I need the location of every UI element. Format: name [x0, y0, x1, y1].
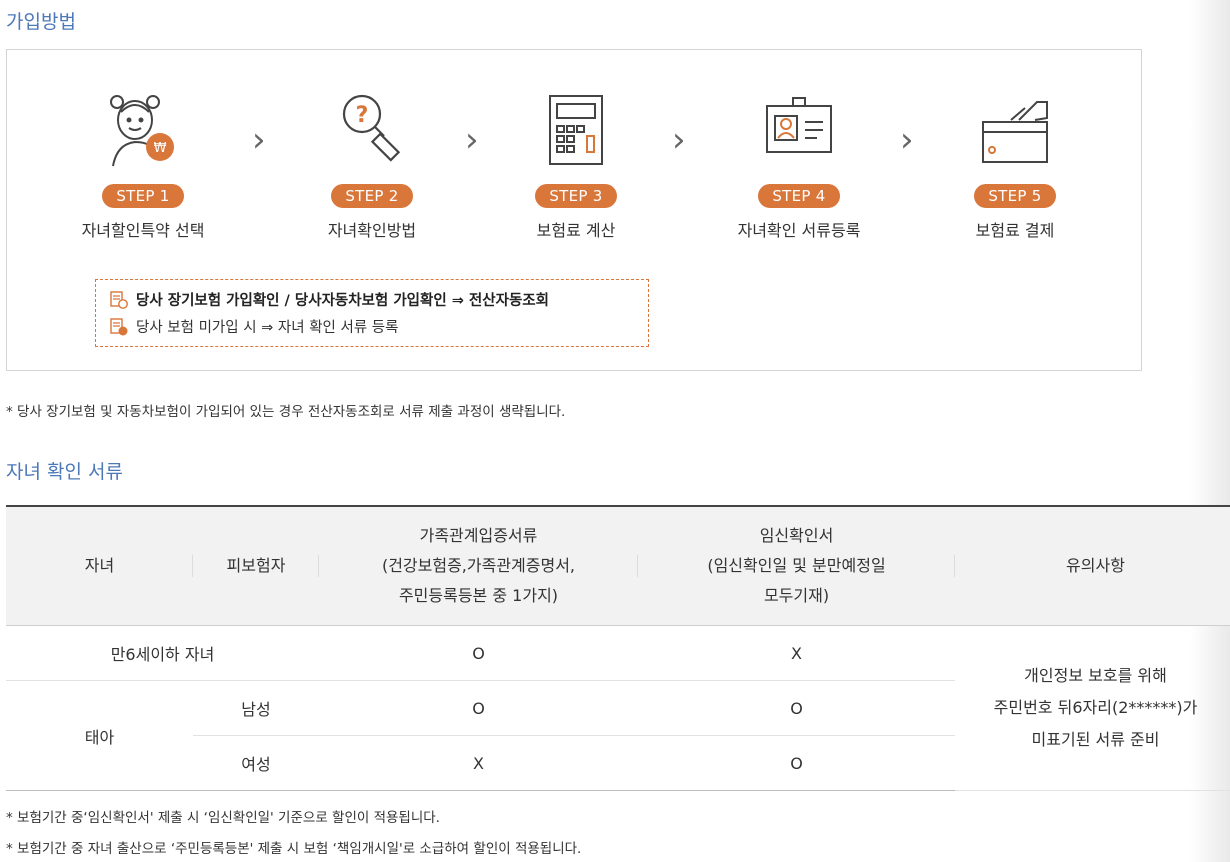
cell-under6-preg: X	[638, 625, 955, 681]
callout-row-auto-check: 당사 장기보험 가입확인 / 당사자동차보험 가입확인 ⇒ 전산자동조회	[110, 289, 549, 310]
step-3-badge: STEP 3	[535, 184, 617, 208]
document-check-icon	[110, 317, 128, 335]
step-2-label: 자녀확인방법	[327, 221, 417, 240]
note-pregnancy-cert: * 보험기간 중‘임신확인서' 제출 시 ‘임신확인일' 기준으로 할인이 적용…	[6, 810, 440, 826]
calculator-icon	[549, 95, 603, 165]
step-3: STEP 3 보험료 계산	[476, 90, 676, 241]
table-header-row: 자녀 피보험자 가족관계입증서류 (건강보험증,가족관계증명서, 주민등록등본 …	[6, 505, 1230, 626]
step-4-label: 자녀확인 서류등록	[737, 221, 861, 240]
cell-fetus: 태아	[6, 680, 193, 791]
step-5-badge: STEP 5	[974, 184, 1056, 208]
step-4: STEP 4 자녀확인 서류등록	[699, 90, 899, 241]
callout-line-1: 당사 장기보험 가입확인 / 당사자동차보험 가입확인 ⇒ 전산자동조회	[136, 293, 549, 309]
section-title-signup: 가입방법	[6, 11, 76, 33]
step-5: STEP 5 보험료 결제	[915, 90, 1115, 241]
cell-caution: 개인정보 보호를 위해 주민번호 뒤6자리(2******)가 미표기된 서류 …	[955, 625, 1230, 791]
step-3-label: 보험료 계산	[536, 221, 616, 240]
step-4-badge: STEP 4	[758, 184, 840, 208]
callout-line-2: 당사 보험 미가입 시 ⇒ 자녀 확인 서류 등록	[136, 320, 399, 336]
svg-text:₩: ₩	[154, 141, 167, 156]
cell-female: 여성	[193, 735, 319, 791]
cell-male: 남성	[193, 680, 319, 736]
cell-female-family: X	[319, 735, 638, 791]
step-2-badge: STEP 2	[331, 184, 413, 208]
step-5-label: 보험료 결제	[975, 221, 1055, 240]
documents-table: 자녀 피보험자 가족관계입증서류 (건강보험증,가족관계증명서, 주민등록등본 …	[6, 505, 1230, 791]
chevron-right-icon: ›	[252, 120, 266, 160]
document-check-icon	[110, 290, 128, 309]
signup-steps-box: ₩ STEP 1 자녀할인특약 선택 › ? STEP 2 자녀확인방법 › S…	[6, 49, 1142, 371]
header-insured: 피보험자	[193, 505, 319, 626]
id-card-icon	[766, 97, 832, 153]
note-resident-registration: * 보험기간 중 자녀 출산으로 ‘주민등록등본' 제출 시 보험 ‘책임개시일…	[6, 841, 582, 857]
table-row: 만6세이하 자녀 O X 개인정보 보호를 위해 주민번호 뒤6자리(2****…	[6, 625, 1230, 791]
step-2: ? STEP 2 자녀확인방법	[272, 90, 472, 241]
callout-row-doc-register: 당사 보험 미가입 시 ⇒ 자녀 확인 서류 등록	[110, 316, 398, 337]
child-discount-icon: ₩	[110, 95, 174, 167]
magnifier-question-icon: ?	[342, 94, 401, 162]
note-auto-lookup: * 당사 장기보험 및 자동차보험이 가입되어 있는 경우 전산자동조회로 서류…	[6, 404, 566, 420]
chevron-right-icon: ›	[672, 120, 686, 160]
cell-under6-family: O	[319, 625, 638, 681]
cell-male-preg: O	[638, 680, 955, 736]
svg-text:?: ?	[356, 103, 369, 128]
header-notes: 유의사항	[955, 505, 1230, 626]
header-family-docs: 가족관계입증서류 (건강보험증,가족관계증명서, 주민등록등본 중 1가지)	[319, 505, 638, 626]
section-title-documents: 자녀 확인 서류	[6, 461, 123, 483]
chevron-right-icon: ›	[900, 120, 914, 160]
step2-detail-callout: 당사 장기보험 가입확인 / 당사자동차보험 가입확인 ⇒ 전산자동조회 당사 …	[95, 279, 649, 347]
step-1: ₩ STEP 1 자녀할인특약 선택	[43, 90, 243, 241]
header-child: 자녀	[6, 505, 193, 626]
cell-under6-child: 만6세이하 자녀	[6, 625, 319, 681]
step-1-badge: STEP 1	[102, 184, 184, 208]
cell-female-preg: O	[638, 735, 955, 791]
cell-male-family: O	[319, 680, 638, 736]
header-pregnancy-cert: 임신확인서 (임신확인일 및 분만예정일 모두기재)	[638, 505, 955, 626]
card-payment-icon	[982, 101, 1048, 163]
step-1-label: 자녀할인특약 선택	[81, 221, 205, 240]
